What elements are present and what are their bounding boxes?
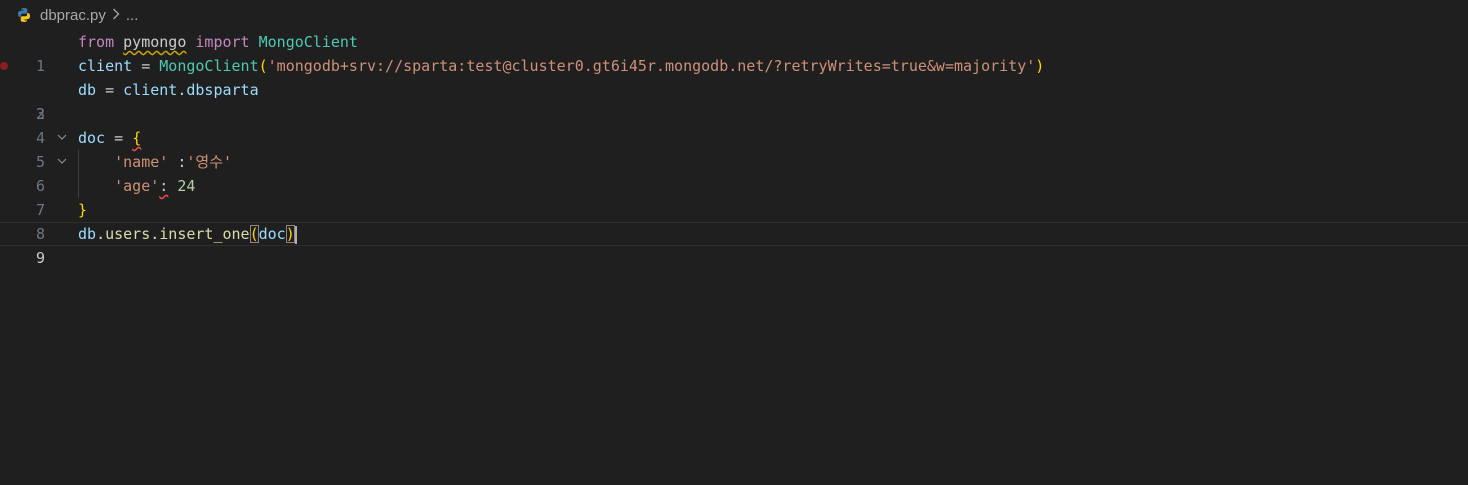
keyword: from bbox=[78, 33, 115, 51]
paren: ( bbox=[249, 225, 259, 243]
code-line-6[interactable]: 6 'name' :'영수' bbox=[0, 150, 1468, 195]
keyword: import bbox=[195, 33, 250, 51]
colon: : bbox=[168, 153, 187, 171]
module-name: pymongo bbox=[123, 33, 187, 51]
method-call: .users.insert_one bbox=[96, 225, 250, 243]
brace: { bbox=[132, 129, 142, 147]
class-name: MongoClient bbox=[258, 33, 358, 51]
code-editor[interactable]: 1 from pymongo import MongoClient 2 clie… bbox=[0, 30, 1468, 267]
operator: = bbox=[96, 81, 124, 99]
paren: ( bbox=[258, 57, 268, 75]
attribute: .dbsparta bbox=[177, 81, 259, 99]
paren: ) bbox=[1035, 57, 1045, 75]
variable: doc bbox=[78, 129, 106, 147]
line-number: 9 bbox=[35, 249, 45, 267]
code-line-1[interactable]: 1 from pymongo import MongoClient bbox=[0, 30, 1468, 75]
breakpoint-icon[interactable] bbox=[0, 62, 8, 70]
paren: ) bbox=[285, 225, 295, 243]
argument: doc bbox=[258, 225, 286, 243]
operator: = bbox=[132, 57, 160, 75]
code-line-5[interactable]: 5 doc = { bbox=[0, 126, 1468, 171]
brace: } bbox=[78, 201, 88, 219]
code-line-8[interactable]: 8 } bbox=[0, 198, 1468, 243]
fold-chevron-icon[interactable] bbox=[55, 126, 69, 150]
variable: client bbox=[123, 81, 178, 99]
variable: client bbox=[78, 57, 133, 75]
python-file-icon bbox=[16, 7, 32, 23]
code-line-3[interactable]: 3 db = client.dbsparta bbox=[0, 78, 1468, 123]
code-line-7[interactable]: 7 'age': 24 bbox=[0, 174, 1468, 219]
breadcrumb-file[interactable]: dbprac.py bbox=[40, 7, 106, 24]
breadcrumb: dbprac.py ... bbox=[0, 0, 1468, 30]
number-literal: 24 bbox=[168, 177, 196, 195]
fold-chevron-icon[interactable] bbox=[55, 150, 69, 174]
text-cursor bbox=[294, 225, 297, 244]
code-line-4[interactable]: 4 bbox=[0, 102, 1468, 147]
chevron-right-icon bbox=[112, 7, 120, 24]
dict-key: 'name' bbox=[114, 153, 169, 171]
code-line-2[interactable]: 2 client = MongoClient('mongodb+srv://sp… bbox=[0, 54, 1468, 123]
breadcrumb-symbols[interactable]: ... bbox=[126, 7, 139, 24]
string-literal: '영수' bbox=[186, 153, 233, 171]
variable: db bbox=[78, 81, 97, 99]
colon: : bbox=[159, 177, 169, 195]
class-name: MongoClient bbox=[159, 57, 259, 75]
variable: db bbox=[78, 225, 97, 243]
code-line-9[interactable]: 9 db.users.insert_one(doc) bbox=[0, 222, 1468, 267]
string-literal: 'mongodb+srv://sparta:test@cluster0.gt6i… bbox=[267, 57, 1036, 75]
operator: = bbox=[105, 129, 133, 147]
dict-key: 'age' bbox=[114, 177, 160, 195]
